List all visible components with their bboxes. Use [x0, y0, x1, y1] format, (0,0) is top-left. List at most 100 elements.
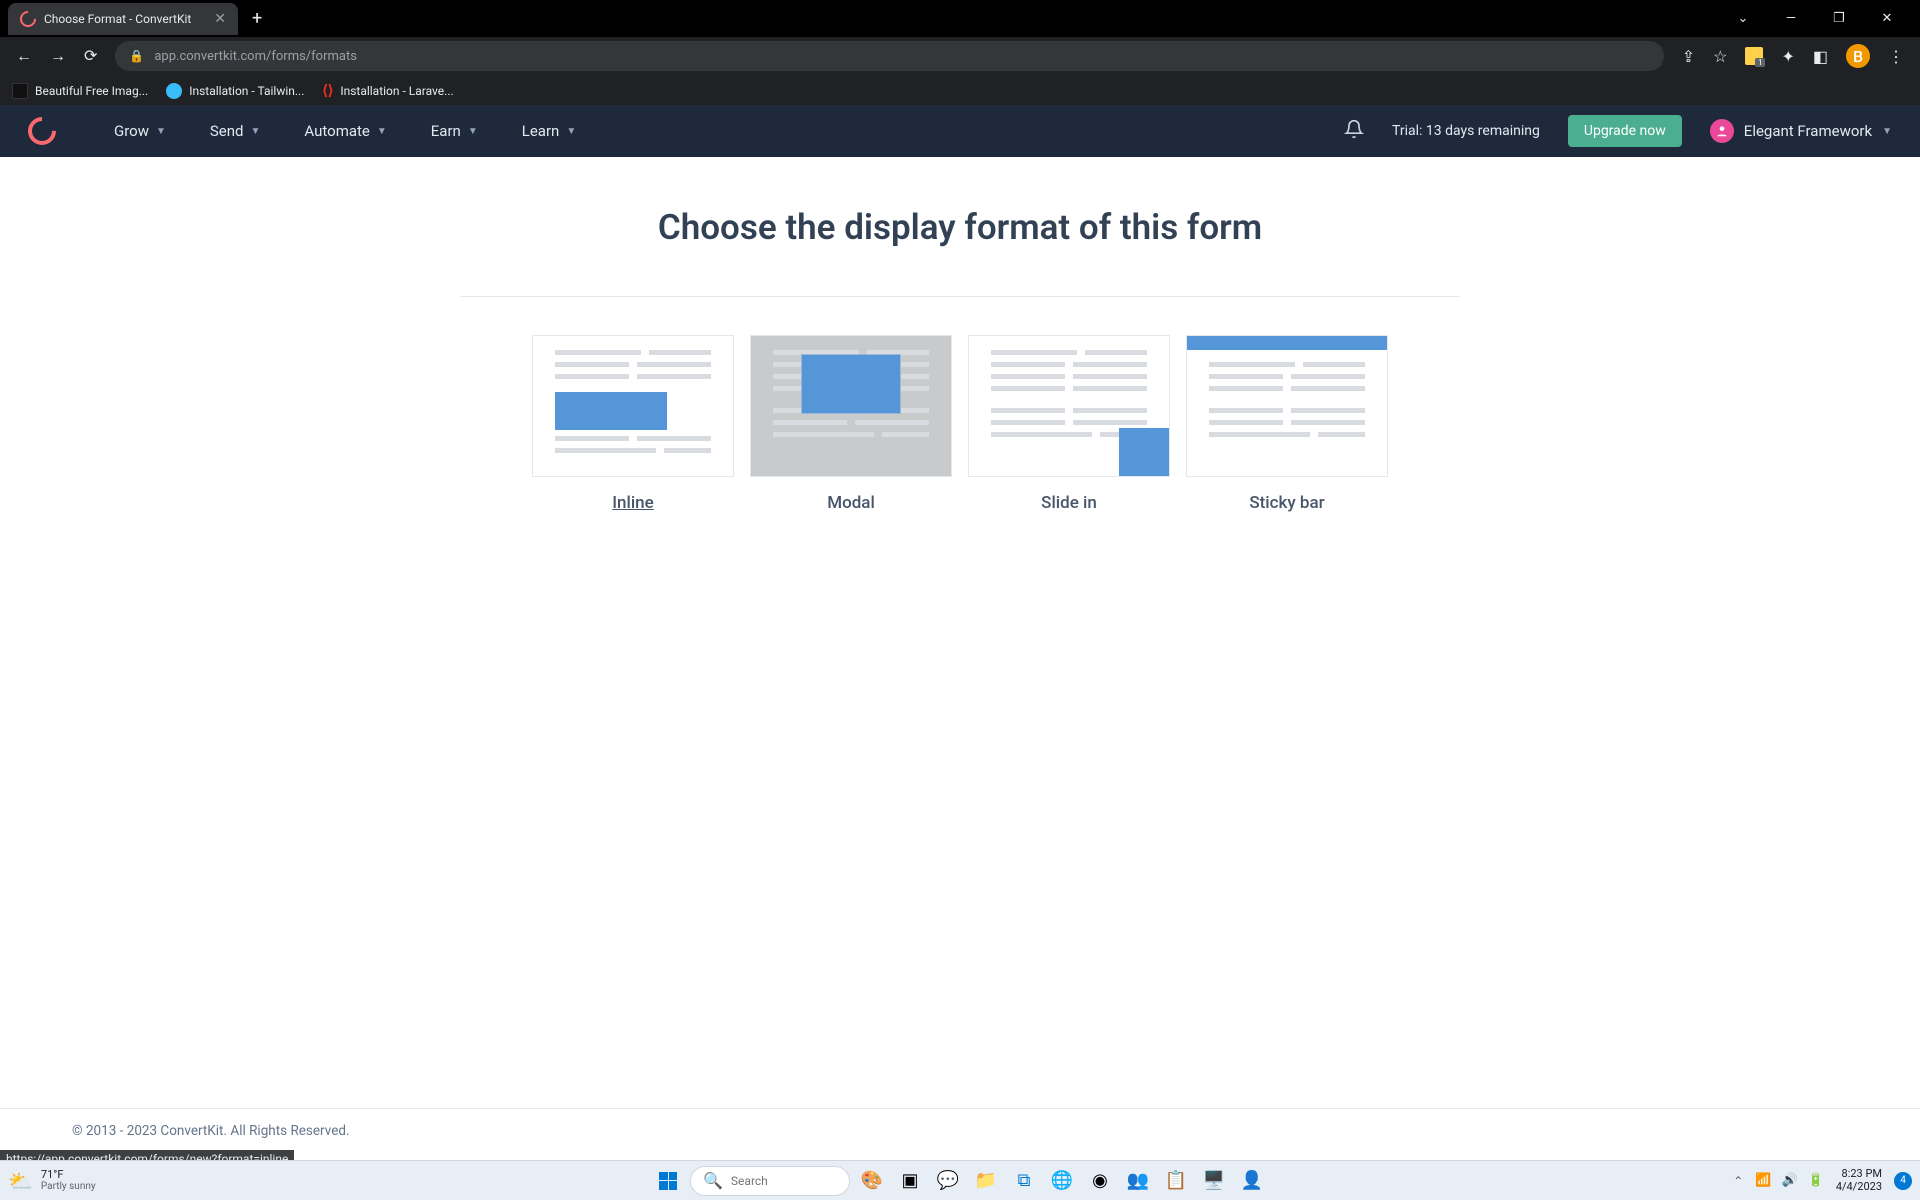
nav-send[interactable]: Send ▼ — [210, 122, 261, 140]
format-modal[interactable]: Modal — [750, 335, 952, 513]
back-button[interactable]: ← — [16, 46, 32, 66]
chevron-down-icon: ▼ — [251, 126, 261, 137]
format-label: Inline — [532, 493, 734, 513]
nav-label: Learn — [522, 122, 560, 140]
tab-search-icon[interactable]: ⌄ — [1728, 11, 1758, 26]
unsplash-icon — [12, 83, 28, 99]
nav-learn[interactable]: Learn ▼ — [522, 122, 576, 140]
bookmark-tailwind[interactable]: Installation - Tailwin... — [166, 83, 304, 99]
bookmark-laravel[interactable]: ⟨⟩ Installation - Larave... — [322, 83, 453, 99]
format-stickybar[interactable]: Sticky bar — [1186, 335, 1388, 513]
nav-label: Earn — [431, 122, 461, 140]
address-bar[interactable]: 🔒 app.convertkit.com/forms/formats — [115, 41, 1663, 71]
sidepanel-icon[interactable]: ◧ — [1813, 47, 1828, 66]
forward-button[interactable]: → — [50, 46, 66, 66]
extensions-icon[interactable]: ✦ — [1781, 47, 1794, 66]
nav-label: Send — [210, 122, 244, 140]
taskbar-app-notes[interactable]: 📋 — [1160, 1165, 1192, 1197]
taskbar-search[interactable]: 🔍 — [690, 1166, 850, 1196]
profile-avatar[interactable]: B — [1846, 44, 1870, 68]
nav-automate[interactable]: Automate ▼ — [304, 122, 386, 140]
share-icon[interactable]: ⇪ — [1682, 47, 1695, 66]
address-bar-row: ← → ⟳ 🔒 app.convertkit.com/forms/formats… — [0, 37, 1920, 75]
format-slidein-preview — [968, 335, 1170, 477]
main-content: Choose the display format of this form I… — [0, 157, 1920, 513]
tab-bar: Choose Format - ConvertKit ✕ + ⌄ — ❐ ✕ — [0, 0, 1920, 37]
taskbar-app-people[interactable]: 👤 — [1236, 1165, 1268, 1197]
taskbar-app-vscode[interactable]: ⧉ — [1008, 1165, 1040, 1197]
taskbar-app-explorer[interactable]: 📁 — [970, 1165, 1002, 1197]
bookmark-unsplash[interactable]: Beautiful Free Imag... — [12, 83, 148, 99]
start-button[interactable] — [652, 1165, 684, 1197]
browser-tab[interactable]: Choose Format - ConvertKit ✕ — [8, 3, 238, 35]
app-header: Grow ▼ Send ▼ Automate ▼ Earn ▼ Learn ▼ Trial… — [0, 105, 1920, 157]
bell-icon[interactable] — [1344, 119, 1364, 144]
format-slidein[interactable]: Slide in — [968, 335, 1170, 513]
nav-grow[interactable]: Grow ▼ — [114, 122, 166, 140]
search-icon: 🔍 — [703, 1171, 723, 1190]
chevron-down-icon: ▼ — [468, 126, 478, 137]
taskbar-app-teams[interactable]: 👥 — [1122, 1165, 1154, 1197]
weather-icon: ⛅ — [8, 1169, 33, 1193]
format-label: Slide in — [968, 493, 1170, 513]
format-inline-preview — [532, 335, 734, 477]
star-icon[interactable]: ☆ — [1713, 47, 1727, 66]
taskbar-app-github[interactable]: ◉ — [1084, 1165, 1116, 1197]
bookmark-label: Installation - Tailwin... — [189, 84, 304, 98]
nav-label: Automate — [304, 122, 369, 140]
convertkit-favicon — [17, 7, 40, 30]
taskbar-app-chrome[interactable]: 🌐 — [1046, 1165, 1078, 1197]
page-title: Choose the display format of this form — [0, 207, 1920, 248]
tab-title: Choose Format - ConvertKit — [44, 12, 206, 26]
user-menu[interactable]: Elegant Framework ▼ — [1710, 119, 1892, 143]
taskbar-app-chat[interactable]: 💬 — [932, 1165, 964, 1197]
window-controls: ⌄ — ❐ ✕ — [1728, 11, 1920, 26]
close-tab-icon[interactable]: ✕ — [214, 11, 226, 27]
format-label: Modal — [750, 493, 952, 513]
format-stickybar-preview — [1186, 335, 1388, 477]
wifi-icon[interactable]: 📶 — [1755, 1173, 1771, 1188]
taskbar-weather[interactable]: ⛅ 71°F Partly sunny — [8, 1169, 96, 1193]
format-options: Inline Modal — [0, 335, 1920, 513]
trial-text: Trial: 13 days remaining — [1392, 123, 1540, 139]
footer-text: © 2013 - 2023 ConvertKit. All Rights Res… — [72, 1123, 350, 1139]
taskbar-app-monitor[interactable]: 🖥️ — [1198, 1165, 1230, 1197]
nav-earn[interactable]: Earn ▼ — [431, 122, 478, 140]
notification-badge[interactable]: 4 — [1894, 1172, 1912, 1190]
convertkit-logo[interactable] — [22, 111, 62, 151]
reload-button[interactable]: ⟳ — [84, 46, 97, 66]
format-inline[interactable]: Inline — [532, 335, 734, 513]
weather-temp: 71°F — [41, 1169, 96, 1181]
tray-chevron-icon[interactable]: ⌃ — [1733, 1174, 1743, 1188]
tailwind-icon — [166, 83, 182, 99]
minimize-icon[interactable]: — — [1776, 11, 1806, 26]
bookmark-bar: Beautiful Free Imag... Installation - Ta… — [0, 75, 1920, 105]
clock-time: 8:23 PM — [1836, 1168, 1882, 1181]
extension-badge[interactable] — [1745, 47, 1763, 65]
taskbar: ⛅ 71°F Partly sunny 🔍 🎨 ▣ 💬 📁 ⧉ 🌐 ◉ 👥 📋 … — [0, 1160, 1920, 1200]
maximize-icon[interactable]: ❐ — [1824, 11, 1854, 26]
user-name: Elegant Framework — [1744, 122, 1872, 140]
format-label: Sticky bar — [1186, 493, 1388, 513]
divider — [460, 296, 1460, 297]
chevron-down-icon: ▼ — [156, 126, 166, 137]
bookmark-label: Beautiful Free Imag... — [35, 84, 148, 98]
laravel-icon: ⟨⟩ — [322, 83, 333, 99]
url-text: app.convertkit.com/forms/formats — [154, 49, 357, 64]
user-avatar-icon — [1710, 119, 1734, 143]
taskbar-clock[interactable]: 8:23 PM 4/4/2023 — [1836, 1168, 1882, 1193]
chevron-down-icon: ▼ — [566, 126, 576, 137]
upgrade-button[interactable]: Upgrade now — [1568, 115, 1682, 147]
weather-cond: Partly sunny — [41, 1181, 96, 1192]
chrome-menu-icon[interactable]: ⋮ — [1888, 47, 1904, 66]
taskbar-app-paint[interactable]: 🎨 — [856, 1165, 888, 1197]
new-tab-button[interactable]: + — [252, 8, 262, 29]
battery-icon[interactable]: 🔋 — [1808, 1173, 1824, 1188]
clock-date: 4/4/2023 — [1836, 1181, 1882, 1194]
chevron-down-icon: ▼ — [377, 126, 387, 137]
search-input[interactable] — [731, 1174, 837, 1188]
close-window-icon[interactable]: ✕ — [1872, 11, 1902, 26]
volume-icon[interactable]: 🔊 — [1781, 1173, 1797, 1188]
nav-label: Grow — [114, 122, 149, 140]
taskbar-app-taskview[interactable]: ▣ — [894, 1165, 926, 1197]
